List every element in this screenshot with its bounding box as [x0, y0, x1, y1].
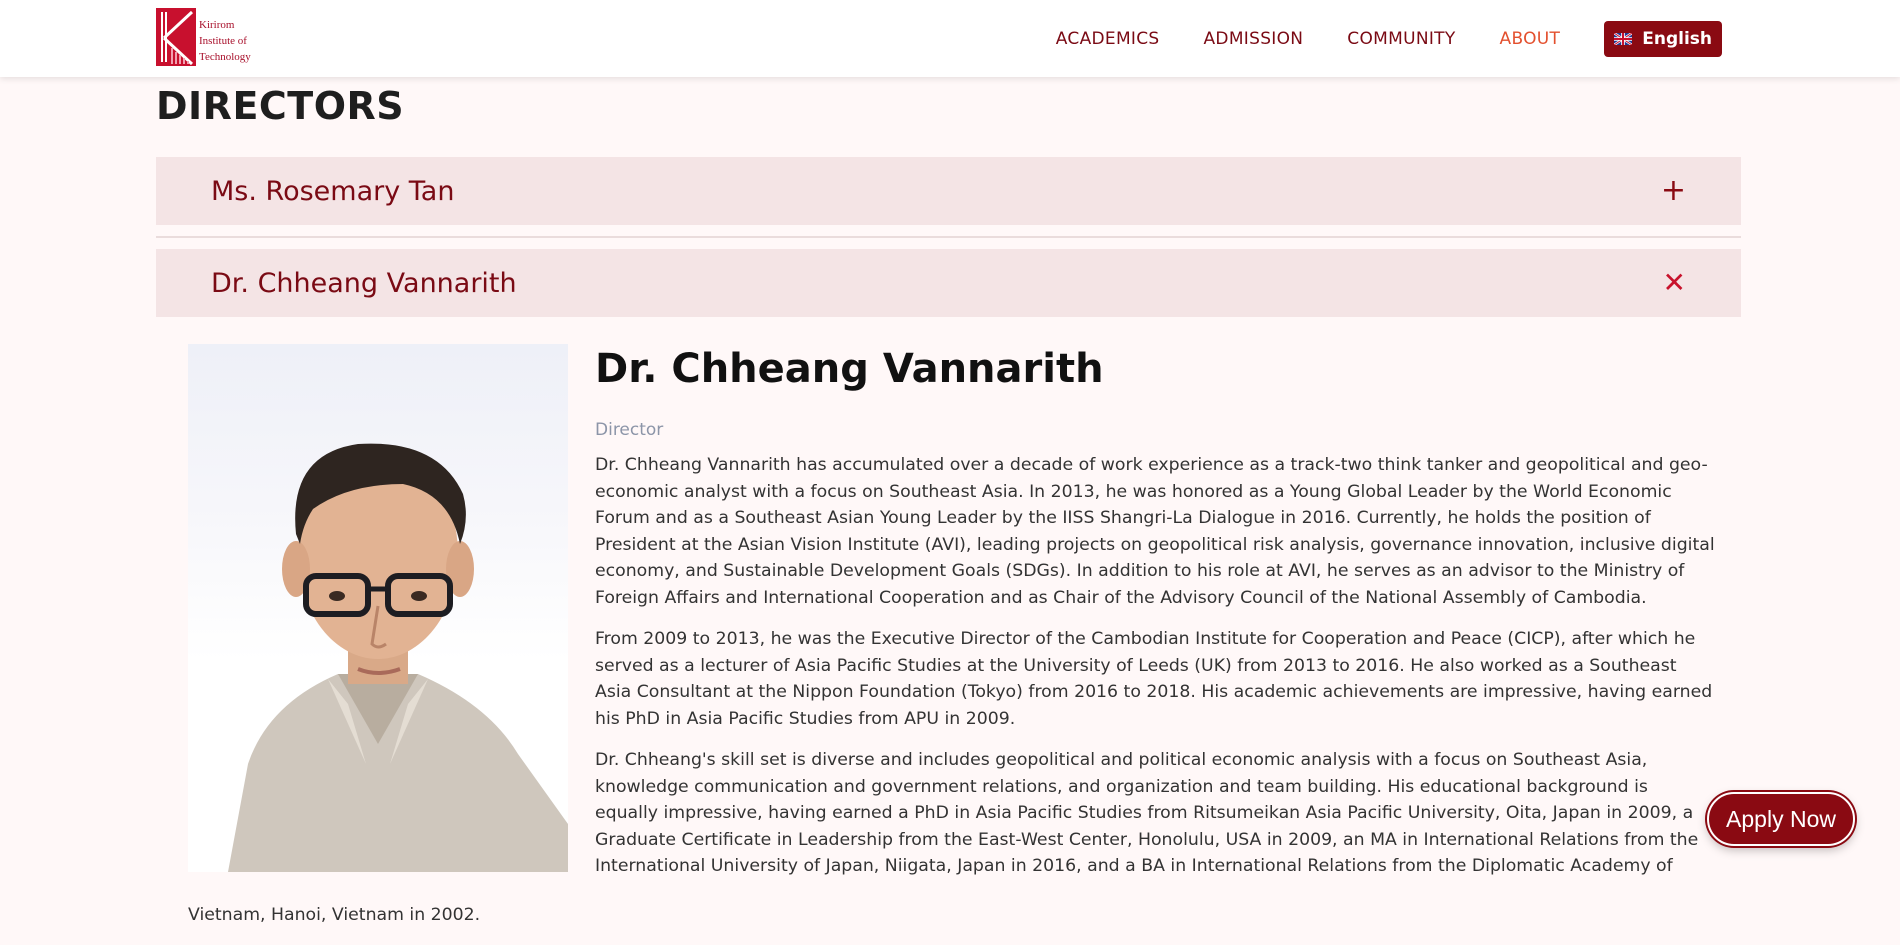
bio-paragraph: Dr. Chheang Vannarith has accumulated ov…	[595, 455, 1715, 608]
language-selector-button[interactable]: English	[1604, 20, 1722, 57]
director-name: Dr. Chheang Vannarith	[595, 346, 1104, 392]
portrait-illustration	[228, 443, 568, 872]
bio-paragraph: Dr. Chheang's skill set is diverse and i…	[595, 750, 1699, 876]
page-title: DIRECTORS	[156, 84, 405, 128]
nav-admission[interactable]: ADMISSION	[1204, 29, 1304, 49]
apply-now-button[interactable]: Apply Now	[1707, 792, 1855, 846]
accordion-item-rosemary-tan[interactable]: Ms. Rosemary Tan +	[156, 157, 1741, 225]
director-role: Director	[595, 420, 664, 440]
close-icon[interactable]: ✕	[1663, 269, 1686, 297]
accordion-divider	[156, 236, 1741, 238]
uk-flag-icon	[1614, 32, 1633, 45]
logo-line: Kirirom	[199, 19, 235, 31]
logo-line: Institute of	[199, 35, 247, 47]
language-label: English	[1642, 28, 1712, 49]
bio-paragraph-tail: Vietnam, Hanoi, Vietnam in 2002.	[188, 905, 481, 925]
director-photo	[188, 344, 568, 872]
director-bio: Dr. Chheang Vannarith has accumulated ov…	[595, 452, 1715, 895]
nav-about[interactable]: ABOUT	[1500, 29, 1561, 49]
accordion-item-chheang-vannarith[interactable]: Dr. Chheang Vannarith ✕	[156, 249, 1741, 317]
nav-academics[interactable]: ACADEMICS	[1056, 29, 1160, 49]
main-nav: ACADEMICS ADMISSION COMMUNITY ABOUT Engl…	[1012, 0, 1722, 77]
kit-logo-icon	[156, 8, 196, 66]
logo-text: Kirirom Institute of Technology	[199, 17, 251, 65]
nav-community[interactable]: COMMUNITY	[1347, 29, 1455, 49]
site-header: Kirirom Institute of Technology ACADEMIC…	[0, 0, 1900, 77]
bio-paragraph: From 2009 to 2013, he was the Executive …	[595, 629, 1713, 729]
accordion-title: Dr. Chheang Vannarith	[211, 267, 517, 299]
accordion-title: Ms. Rosemary Tan	[211, 175, 455, 207]
plus-icon[interactable]: +	[1661, 176, 1686, 206]
kit-logo[interactable]: Kirirom Institute of Technology	[156, 8, 266, 68]
logo-line: Technology	[199, 51, 251, 63]
